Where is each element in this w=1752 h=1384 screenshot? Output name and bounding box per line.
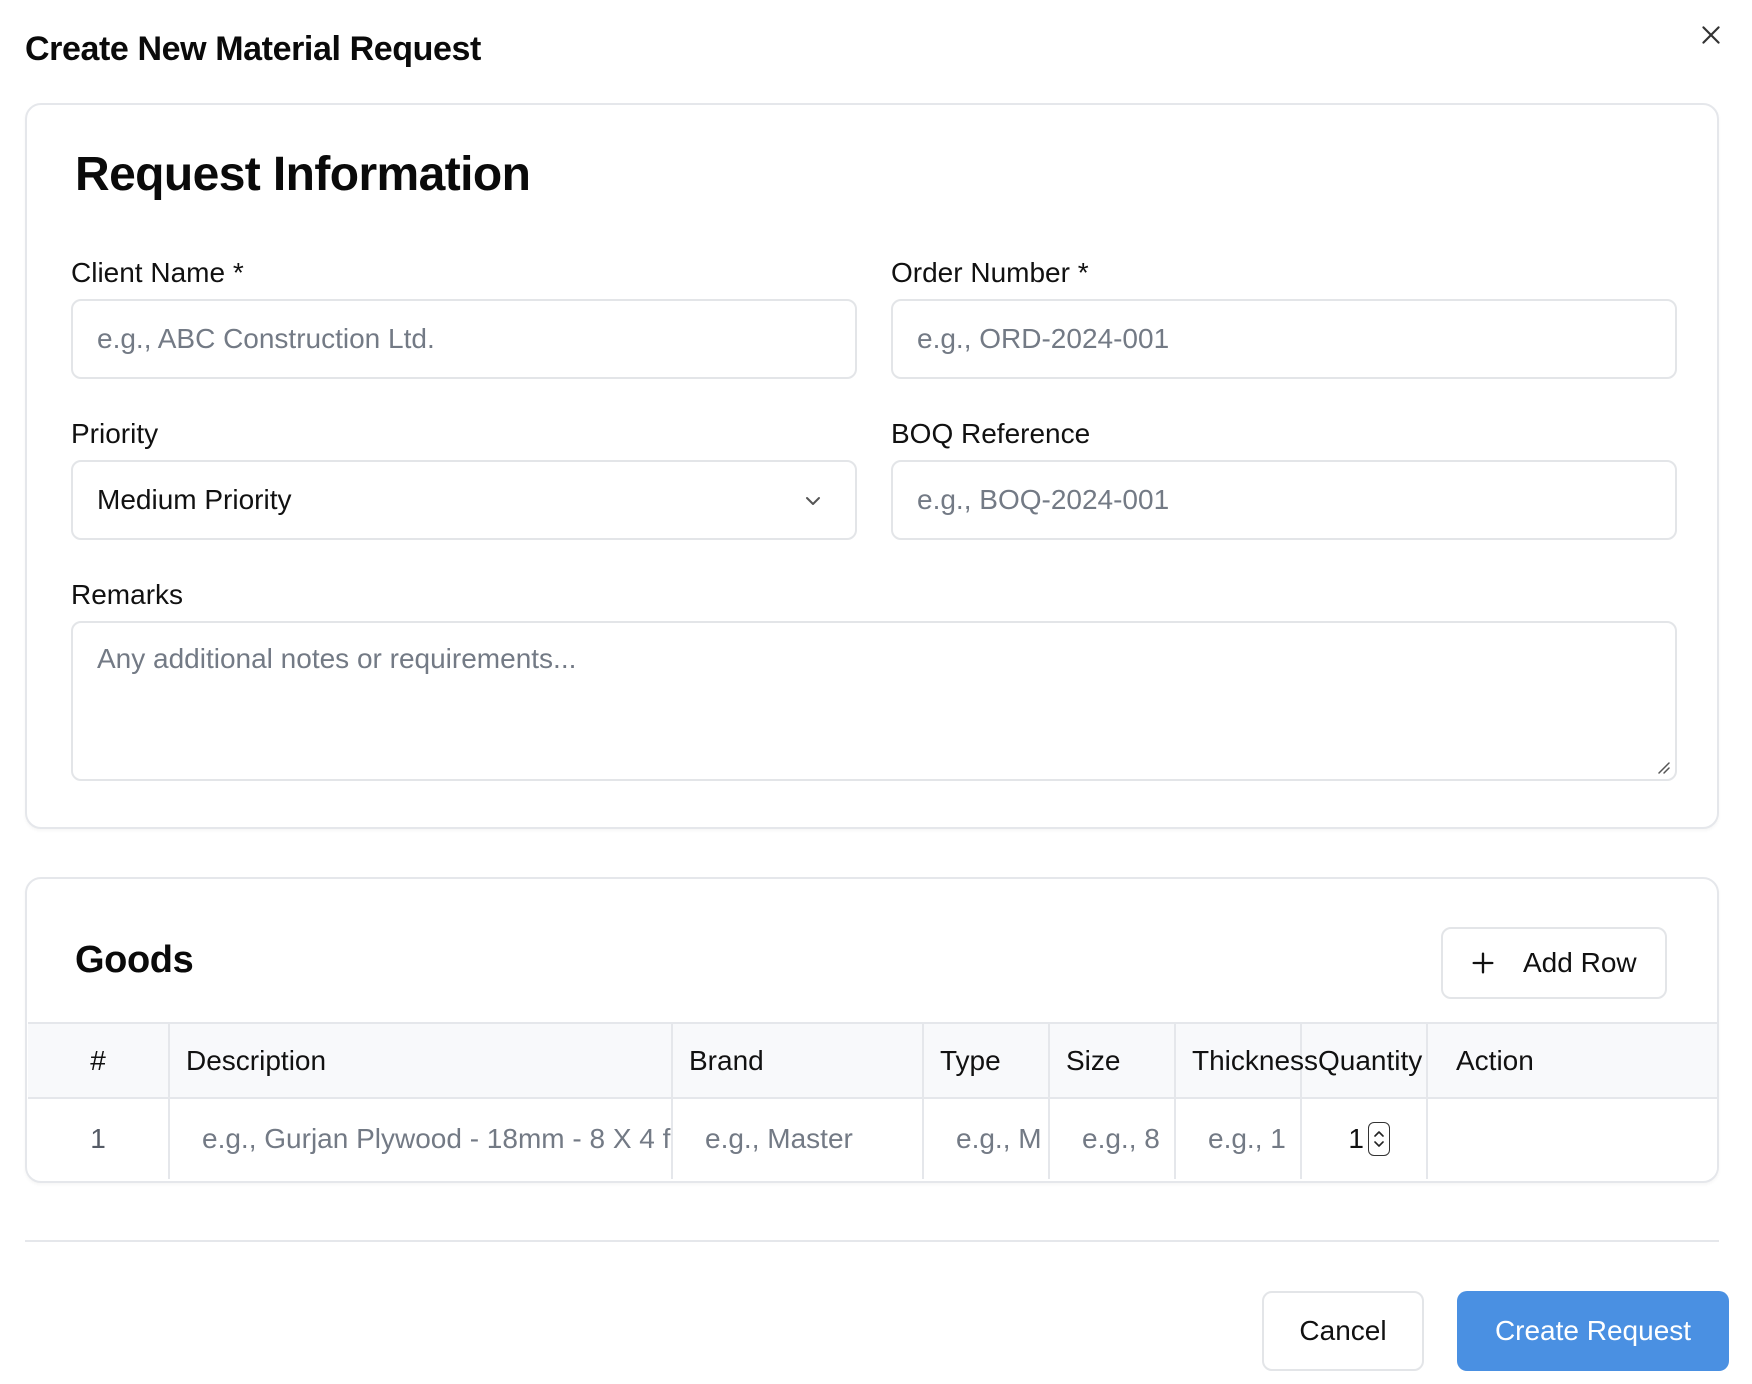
- close-button[interactable]: [1694, 18, 1728, 52]
- client-name-input[interactable]: [97, 323, 855, 355]
- plus-icon: [1472, 952, 1494, 974]
- type-cell: [924, 1099, 1050, 1179]
- boq-reference-field: [891, 460, 1677, 540]
- quantity-value: 1: [1348, 1123, 1364, 1154]
- size-cell: [1050, 1099, 1176, 1179]
- column-header-index: #: [28, 1024, 170, 1097]
- add-row-button[interactable]: Add Row: [1441, 927, 1667, 999]
- resize-handle-icon[interactable]: [1655, 759, 1671, 775]
- column-header-thickness: Thickness: [1176, 1024, 1318, 1097]
- description-input[interactable]: [186, 1123, 671, 1155]
- boq-reference-label: BOQ Reference: [891, 418, 1091, 449]
- column-header-size: Size: [1050, 1024, 1176, 1097]
- add-row-label: Add Row: [1523, 947, 1637, 978]
- description-cell: [170, 1099, 673, 1179]
- goods-table: # Description Brand Type Size Thickness …: [28, 1022, 1717, 1179]
- dialog-title: Create New Material Request: [25, 30, 481, 68]
- client-name-field: [71, 299, 857, 379]
- remarks-field: [71, 621, 1677, 781]
- brand-input[interactable]: [689, 1123, 922, 1155]
- thickness-input[interactable]: [1192, 1123, 1300, 1155]
- priority-select[interactable]: Medium Priority: [71, 460, 857, 540]
- request-information-title: Request Information: [75, 148, 531, 201]
- cancel-button[interactable]: Cancel: [1262, 1291, 1424, 1371]
- close-icon: [1702, 26, 1720, 44]
- table-row: 1 1: [28, 1099, 1717, 1179]
- spin-buttons[interactable]: [1368, 1122, 1390, 1156]
- brand-cell: [673, 1099, 924, 1179]
- type-input[interactable]: [940, 1123, 1048, 1155]
- quantity-cell: 1: [1302, 1099, 1428, 1179]
- goods-card: Goods Add Row # Description Brand Type S…: [25, 877, 1719, 1183]
- chevron-up-icon[interactable]: [1373, 1129, 1385, 1139]
- request-information-card: Request Information Client Name * Order …: [25, 103, 1719, 829]
- chevron-down-icon: [806, 497, 820, 505]
- size-input[interactable]: [1066, 1123, 1174, 1155]
- order-number-label: Order Number *: [891, 257, 1089, 288]
- priority-label: Priority: [71, 418, 159, 449]
- column-header-quantity: Quantity: [1302, 1024, 1428, 1097]
- order-number-input[interactable]: [917, 323, 1675, 355]
- footer-divider: [25, 1240, 1719, 1242]
- remarks-label: Remarks: [71, 579, 184, 610]
- client-name-label: Client Name *: [71, 257, 244, 288]
- table-header-row: # Description Brand Type Size Thickness …: [28, 1024, 1717, 1099]
- order-number-field: [891, 299, 1677, 379]
- column-header-brand: Brand: [673, 1024, 924, 1097]
- remarks-textarea[interactable]: [97, 643, 1675, 763]
- boq-reference-input[interactable]: [917, 484, 1675, 516]
- create-request-button[interactable]: Create Request: [1457, 1291, 1729, 1371]
- action-cell: [1428, 1099, 1717, 1179]
- column-header-description: Description: [170, 1024, 673, 1097]
- row-index: 1: [28, 1099, 170, 1179]
- column-header-type: Type: [924, 1024, 1050, 1097]
- quantity-stepper[interactable]: 1: [1302, 1122, 1426, 1156]
- create-material-request-dialog: Create New Material Request Request Info…: [0, 0, 1752, 1384]
- column-header-action: Action: [1456, 1044, 1534, 1076]
- priority-selected-value: Medium Priority: [97, 484, 292, 515]
- thickness-cell: [1176, 1099, 1302, 1179]
- chevron-down-icon[interactable]: [1373, 1139, 1385, 1149]
- goods-title: Goods: [75, 939, 194, 981]
